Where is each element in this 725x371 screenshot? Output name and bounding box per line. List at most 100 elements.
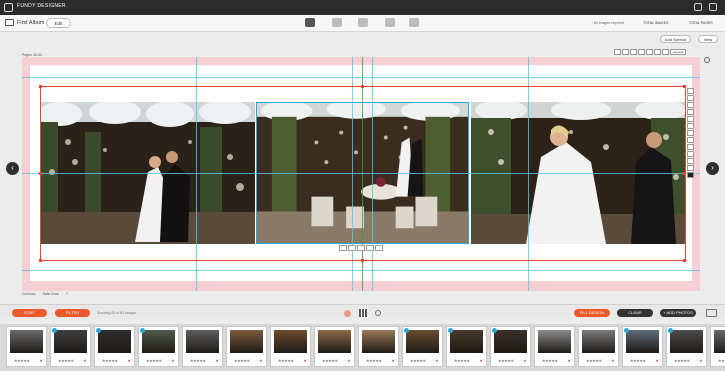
- favorite-heart-icon[interactable]: ♥: [172, 358, 174, 363]
- delete-icon[interactable]: [687, 172, 694, 178]
- swap-icon[interactable]: [339, 245, 347, 251]
- expand-icon[interactable]: [687, 151, 694, 157]
- fill-design-button[interactable]: FILL DESIGN: [574, 309, 610, 317]
- favorite-heart-icon[interactable]: ♥: [84, 358, 86, 363]
- tray-thumbnail[interactable]: ★★★★★♥: [94, 326, 135, 367]
- more-icon[interactable]: [366, 245, 374, 251]
- favorite-heart-icon[interactable]: ♥: [40, 358, 42, 363]
- rating-stars-icon[interactable]: ★★★★★: [322, 358, 338, 363]
- resize-handle[interactable]: [683, 259, 686, 262]
- help-icon[interactable]: ?: [66, 292, 68, 296]
- circle-icon[interactable]: [687, 109, 694, 115]
- folder-icon[interactable]: [706, 309, 717, 317]
- tray-thumbnail[interactable]: ★★★★★♥: [490, 326, 531, 367]
- prev-spread-icon[interactable]: ‹: [6, 162, 19, 175]
- rating-stars-icon[interactable]: ★★★★★: [718, 358, 725, 363]
- info-icon[interactable]: [687, 165, 694, 171]
- grid-tool-icon[interactable]: [622, 49, 629, 55]
- next-spread-icon[interactable]: ›: [706, 162, 719, 175]
- settings-icon[interactable]: [704, 57, 710, 63]
- rating-stars-icon[interactable]: ★★★★★: [190, 358, 206, 363]
- brush-icon[interactable]: [687, 102, 694, 108]
- resize-handle[interactable]: [39, 85, 42, 88]
- proof-mode-icon[interactable]: [332, 18, 342, 27]
- edit-icon[interactable]: [348, 245, 356, 251]
- favorite-heart-icon[interactable]: ♥: [216, 358, 218, 363]
- resize-handle[interactable]: [361, 85, 364, 88]
- tray-thumbnail[interactable]: ★★★★★ ♥: [182, 326, 223, 367]
- tray-thumbnail[interactable]: ★★★★★♥: [402, 326, 443, 367]
- rating-stars-icon[interactable]: ★★★★★: [278, 358, 294, 363]
- favorite-heart-icon[interactable]: ♥: [524, 358, 526, 363]
- tray-thumbnail[interactable]: ★★★★★ ♥: [50, 326, 91, 367]
- rating-stars-icon[interactable]: ★★★★★: [146, 358, 162, 363]
- cards-mode-icon[interactable]: [358, 18, 368, 27]
- rating-stars-icon[interactable]: ★★★★★: [542, 358, 558, 363]
- help-icon[interactable]: [694, 3, 702, 11]
- settings-small-icon[interactable]: [375, 310, 381, 316]
- layouts-button[interactable]: Layouts: [670, 49, 686, 55]
- rating-stars-icon[interactable]: ★★★★★: [674, 358, 690, 363]
- move-icon[interactable]: [687, 123, 694, 129]
- view-button[interactable]: View: [698, 35, 718, 43]
- edit-album-button[interactable]: Edit: [46, 18, 71, 28]
- design-mode-icon[interactable]: [305, 18, 315, 27]
- rating-stars-icon[interactable]: ★★★★★: [410, 358, 426, 363]
- crop-icon[interactable]: [687, 116, 694, 122]
- text-tool-icon[interactable]: [630, 49, 637, 55]
- favorite-heart-icon[interactable]: ♥: [304, 358, 306, 363]
- favorite-heart-icon[interactable]: ♥: [392, 358, 394, 363]
- undo-icon[interactable]: [687, 158, 694, 164]
- add-spread-button[interactable]: Add Spread: [660, 35, 691, 43]
- rating-stars-icon[interactable]: ★★★★★: [454, 358, 470, 363]
- tray-thumbnail[interactable]: ★★★★★ ♥: [666, 326, 707, 367]
- link-icon[interactable]: [357, 245, 365, 251]
- distribute-icon[interactable]: [687, 95, 694, 101]
- palette-icon[interactable]: [344, 310, 351, 317]
- pin-tool-icon[interactable]: [654, 49, 661, 55]
- export-icon[interactable]: [709, 3, 717, 11]
- rating-stars-icon[interactable]: ★★★★★: [366, 358, 382, 363]
- favorite-heart-icon[interactable]: ♥: [260, 358, 262, 363]
- tray-thumbnail[interactable]: ★★★★★ ♥: [138, 326, 179, 367]
- wall-mode-icon[interactable]: [385, 18, 395, 27]
- favorite-heart-icon[interactable]: ♥: [480, 358, 482, 363]
- favorite-heart-icon[interactable]: ♥: [700, 358, 702, 363]
- safe-zone-checkbox[interactable]: Safe Zone: [43, 292, 59, 296]
- rating-stars-icon[interactable]: ★★★★★: [234, 358, 250, 363]
- sort-button[interactable]: SORT: [12, 309, 47, 317]
- tray-thumbnail[interactable]: ★★★★★ ♥: [314, 326, 355, 367]
- favorite-heart-icon[interactable]: ♥: [656, 358, 658, 363]
- add-photos-button[interactable]: + ADD PHOTOS: [660, 309, 696, 317]
- clear-button[interactable]: CLEAR: [617, 309, 653, 317]
- favorite-heart-icon[interactable]: ♥: [348, 358, 350, 363]
- cut-lines-checkbox[interactable]: Cut lines: [22, 292, 36, 296]
- rating-stars-icon[interactable]: ★★★★★: [14, 358, 30, 363]
- align-icon[interactable]: [687, 88, 694, 94]
- rating-stars-icon[interactable]: ★★★★★: [58, 358, 74, 363]
- line-icon[interactable]: [687, 137, 694, 143]
- resize-handle[interactable]: [683, 172, 686, 175]
- resize-handle[interactable]: [39, 259, 42, 262]
- tray-thumbnail[interactable]: ★★★★★ ♥: [534, 326, 575, 367]
- pencil-icon[interactable]: [687, 144, 694, 150]
- contrast-icon[interactable]: [687, 130, 694, 136]
- resize-handle[interactable]: [361, 259, 364, 262]
- favorite-heart-icon[interactable]: ♥: [128, 358, 130, 363]
- grid-view-icon[interactable]: [359, 309, 367, 317]
- tray-thumbnail[interactable]: ★★★★★♥: [710, 326, 725, 367]
- rating-stars-icon[interactable]: ★★★★★: [630, 358, 646, 363]
- tray-thumbnail[interactable]: ★★★★★ ♥: [270, 326, 311, 367]
- frame-tool-icon[interactable]: [638, 49, 645, 55]
- tray-thumbnail[interactable]: ★★★★★ ♥: [358, 326, 399, 367]
- resize-handle[interactable]: [39, 172, 42, 175]
- filter-button[interactable]: FILTER: [55, 309, 90, 317]
- resize-handle[interactable]: [683, 85, 686, 88]
- tray-thumbnail[interactable]: ★★★★★ ♥: [622, 326, 663, 367]
- tray-thumbnail[interactable]: ★★★★★ ♥: [578, 326, 619, 367]
- favorite-heart-icon[interactable]: ♥: [612, 358, 614, 363]
- eye-tool-icon[interactable]: [662, 49, 669, 55]
- rating-stars-icon[interactable]: ★★★★★: [586, 358, 602, 363]
- tray-thumbnail[interactable]: ★★★★★ ♥: [446, 326, 487, 367]
- favorite-heart-icon[interactable]: ♥: [568, 358, 570, 363]
